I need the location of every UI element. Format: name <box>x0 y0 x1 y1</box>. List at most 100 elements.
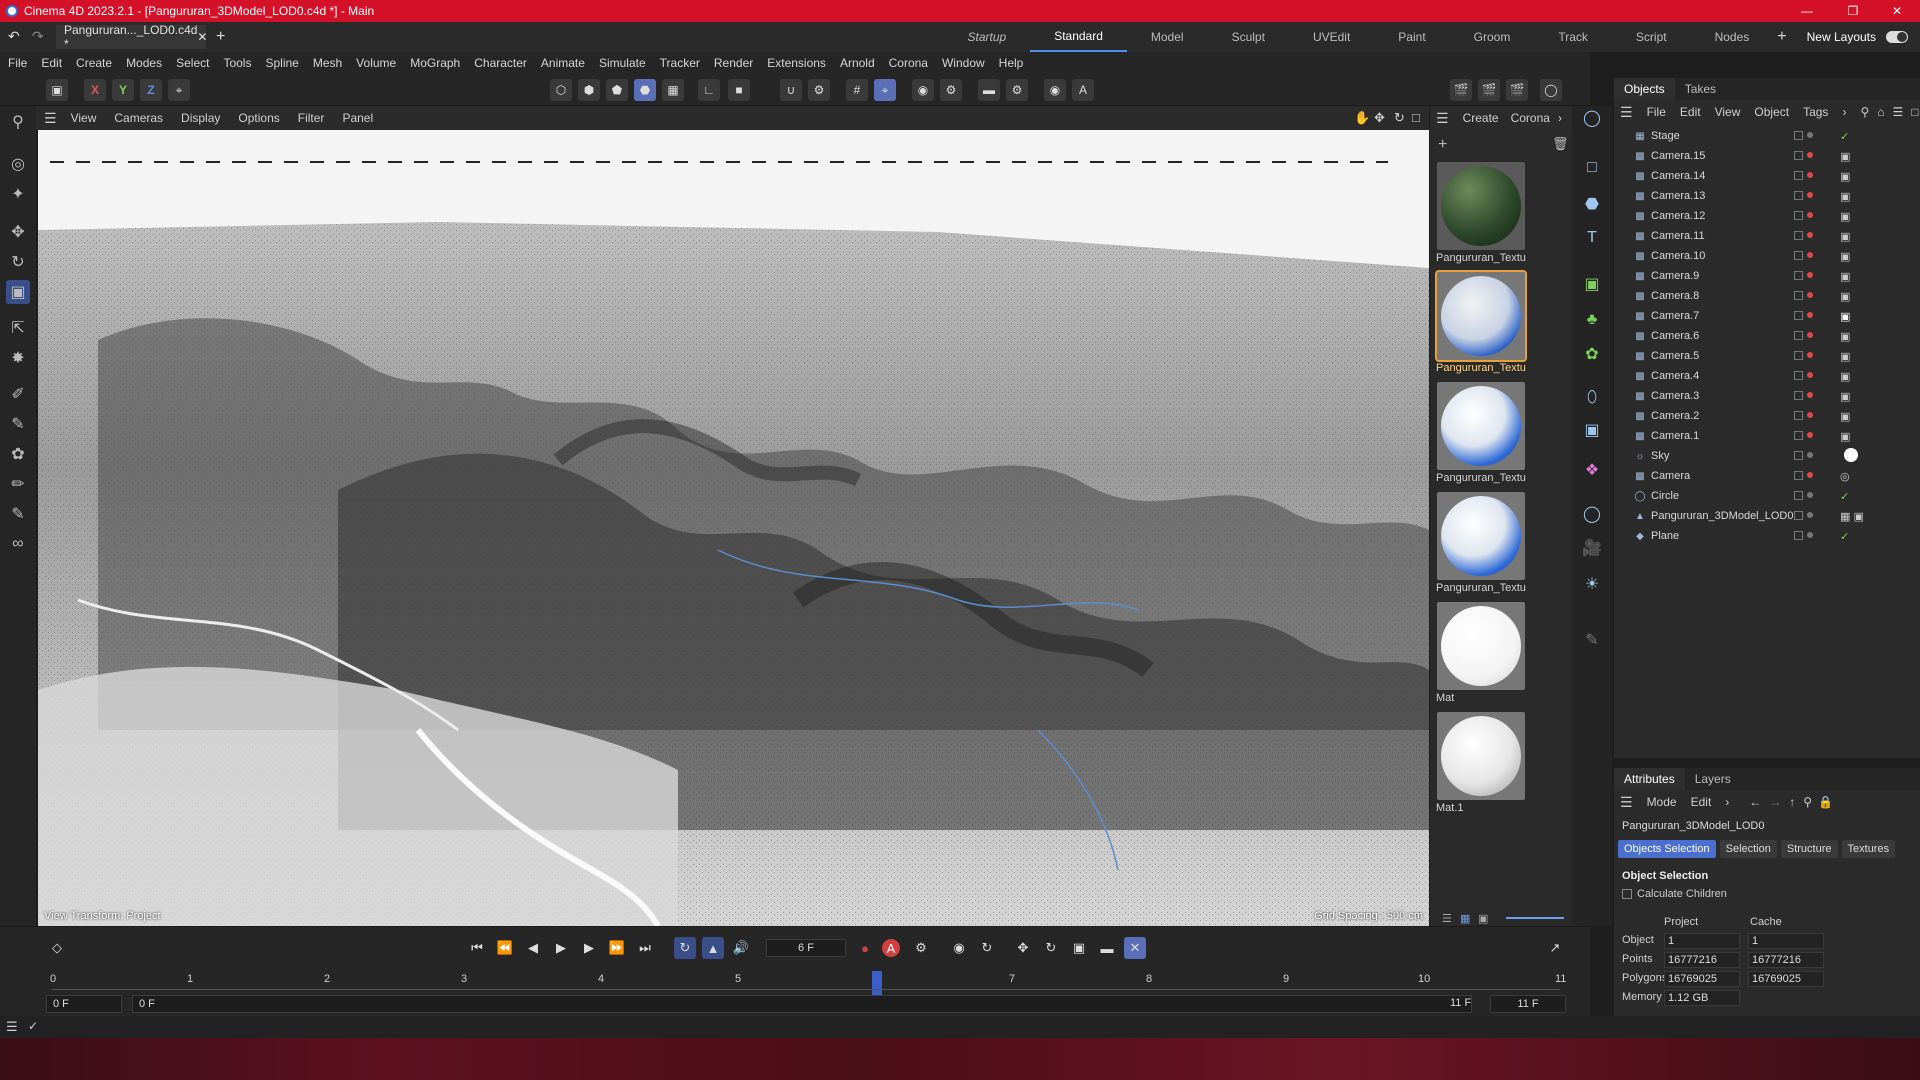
chevron-right-icon[interactable]: › <box>1558 111 1562 125</box>
enabled-check-icon[interactable]: ✓ <box>1840 530 1849 543</box>
tab-selection[interactable]: Selection <box>1719 840 1777 858</box>
menu-volume[interactable]: Volume <box>356 56 396 70</box>
document-tab[interactable]: Pangururan..._LOD0.c4d * ✕ <box>56 23 207 51</box>
edges-mode-icon[interactable]: ⬢ <box>578 79 600 101</box>
min-time-field[interactable]: 0 F <box>46 995 122 1013</box>
playhead[interactable] <box>872 971 882 995</box>
protection-tag-icon[interactable]: ▣ <box>1840 230 1850 243</box>
menu-extensions[interactable]: Extensions <box>767 56 826 70</box>
visibility-flags[interactable] <box>1794 391 1817 400</box>
material-item[interactable]: Pangururan_Textu <box>1434 490 1528 598</box>
object-row[interactable]: ◆ Plane ✓ <box>1614 526 1920 546</box>
chevron-right-icon[interactable]: › <box>1725 795 1729 809</box>
chevron-right-icon[interactable]: › <box>1842 105 1846 119</box>
material-item[interactable]: Mat.1 <box>1434 710 1528 818</box>
key-pla-icon[interactable]: ▣ <box>1068 937 1090 959</box>
loop-icon[interactable]: ↻ <box>674 937 696 959</box>
play-icon[interactable]: ▶ <box>550 937 572 959</box>
viewport-menu-panel[interactable]: Panel <box>342 111 373 125</box>
attributes-menu-mode[interactable]: Mode <box>1647 795 1677 809</box>
search-icon[interactable]: ⚲ <box>1860 105 1869 119</box>
protection-tag-icon[interactable]: ▣ <box>1840 290 1850 303</box>
visibility-flags[interactable] <box>1794 371 1817 380</box>
menu-file[interactable]: File <box>8 56 27 70</box>
objects-menu-tags[interactable]: Tags <box>1803 105 1828 119</box>
brush-tool-icon[interactable]: ✏ <box>6 472 30 496</box>
menu-edit[interactable]: Edit <box>41 56 62 70</box>
transform-tool-icon[interactable]: ⇱ <box>6 316 30 340</box>
tab-layers[interactable]: Layers <box>1685 768 1741 790</box>
forward-arrow-icon[interactable]: → <box>1769 795 1781 809</box>
visibility-flags[interactable] <box>1794 411 1817 420</box>
symmetry-settings-icon[interactable]: ⚙ <box>1006 79 1028 101</box>
render-view-icon[interactable]: 🎬 <box>1450 79 1472 101</box>
cloner-icon[interactable]: ♣ <box>1580 308 1604 332</box>
search-icon[interactable]: ⚲ <box>6 110 30 134</box>
close-button[interactable]: ✕ <box>1874 0 1920 22</box>
objects-menu-object[interactable]: Object <box>1754 105 1789 119</box>
object-row[interactable]: ▩ Camera.10 ▣ <box>1614 246 1920 266</box>
axis-z-lock[interactable]: Z <box>140 79 162 101</box>
max-time-field[interactable]: 11 F <box>1490 995 1566 1013</box>
target-tag-icon[interactable]: ◎ <box>1840 470 1850 483</box>
enabled-check-icon[interactable]: ✓ <box>1840 130 1849 143</box>
material-item[interactable]: Pangururan_Textu <box>1434 160 1528 268</box>
material-hamburger-icon[interactable]: ☰ <box>1436 110 1449 127</box>
sketch-tool-icon[interactable]: ✎ <box>6 412 30 436</box>
redo-icon[interactable]: ↷ <box>32 28 44 45</box>
object-row[interactable]: ▩ Camera.3 ▣ <box>1614 386 1920 406</box>
deformer-icon[interactable]: ✿ <box>1580 342 1604 366</box>
preview-range-field[interactable]: 0 F <box>132 995 1472 1013</box>
selection-tool-icon[interactable]: ✦ <box>6 182 30 206</box>
visibility-flags[interactable] <box>1794 231 1817 240</box>
object-row[interactable]: ▩ Camera.7 ▣ <box>1614 306 1920 326</box>
protection-tag-icon[interactable]: ▣ <box>1840 430 1850 443</box>
trash-icon[interactable]: 🗑 <box>1552 136 1569 152</box>
object-row[interactable]: ▩ Camera.13 ▣ <box>1614 186 1920 206</box>
camera-tool-icon[interactable]: ◯ <box>1580 106 1604 130</box>
grid-view-icon[interactable]: ▦ <box>1460 912 1470 925</box>
menu-create[interactable]: Create <box>76 56 112 70</box>
object-row[interactable]: ▩ Camera.15 ▣ <box>1614 146 1920 166</box>
add-layout-icon[interactable]: + <box>1777 28 1786 46</box>
menu-character[interactable]: Character <box>474 56 527 70</box>
object-row[interactable]: ▩ Camera.8 ▣ <box>1614 286 1920 306</box>
knife-tool-icon[interactable]: ✎ <box>6 502 30 526</box>
viewport-hamburger-icon[interactable]: ☰ <box>44 110 57 127</box>
list-view-icon[interactable]: ☰ <box>1442 912 1452 925</box>
points-mode-icon[interactable]: ⬡ <box>550 79 572 101</box>
menu-modes[interactable]: Modes <box>126 56 162 70</box>
axis-x-lock[interactable]: X <box>84 79 106 101</box>
visibility-flags[interactable] <box>1794 511 1817 520</box>
visibility-flags[interactable] <box>1794 251 1817 260</box>
key-toggle-icon[interactable]: ▬ <box>1096 937 1118 959</box>
search-icon[interactable]: ⚲ <box>1803 795 1812 809</box>
protection-tag-icon[interactable]: ▣ <box>1840 410 1850 423</box>
object-row[interactable]: ▩ Camera.5 ▣ <box>1614 346 1920 366</box>
field-icon[interactable]: ⬯ <box>1580 386 1604 410</box>
polygons-mode-icon[interactable]: ⬟ <box>606 79 628 101</box>
object-row[interactable]: ▩ Camera.12 ▣ <box>1614 206 1920 226</box>
attributes-menu-edit[interactable]: Edit <box>1691 795 1712 809</box>
menu-animate[interactable]: Animate <box>541 56 585 70</box>
visibility-flags[interactable] <box>1794 471 1817 480</box>
menu-spline[interactable]: Spline <box>265 56 298 70</box>
object-row[interactable]: ▩ Camera.11 ▣ <box>1614 226 1920 246</box>
pen-icon[interactable]: ✎ <box>1580 628 1604 652</box>
go-to-start-icon[interactable]: ⏮ <box>466 937 488 959</box>
object-row[interactable]: ▩ Camera.6 ▣ <box>1614 326 1920 346</box>
material-item[interactable]: Pangururan_Textu <box>1434 380 1528 488</box>
text-icon[interactable]: T <box>1580 226 1604 250</box>
sky-material-tag-icon[interactable] <box>1844 448 1858 462</box>
axis-y-lock[interactable]: Y <box>112 79 134 101</box>
rotate-tool-icon[interactable]: ↻ <box>6 250 30 274</box>
render-picture-viewer-icon[interactable]: 🎬 <box>1478 79 1500 101</box>
visibility-flags[interactable] <box>1794 331 1817 340</box>
object-row[interactable]: ▲ Pangururan_3DModel_LOD0 ▦ ▣ <box>1614 506 1920 526</box>
visibility-flags[interactable] <box>1794 171 1817 180</box>
timeline-graph-icon[interactable]: ↗ <box>1544 937 1566 959</box>
objects-hamburger-icon[interactable]: ☰ <box>1620 104 1633 121</box>
previous-key-icon[interactable]: ⏪ <box>494 937 516 959</box>
restore-button[interactable]: ❐ <box>1830 0 1876 22</box>
pan-view-icon[interactable]: ✋ <box>1354 110 1370 126</box>
